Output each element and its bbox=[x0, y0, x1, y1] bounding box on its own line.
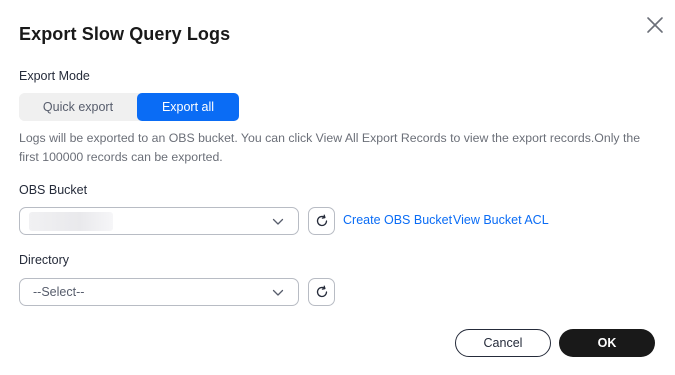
ok-button[interactable]: OK bbox=[559, 329, 655, 357]
directory-select[interactable]: --Select-- bbox=[19, 278, 299, 306]
export-slow-query-logs-dialog: Export Slow Query Logs Export Mode Quick… bbox=[0, 0, 675, 375]
directory-placeholder: --Select-- bbox=[33, 285, 85, 299]
obs-bucket-label: OBS Bucket bbox=[19, 183, 88, 197]
refresh-icon bbox=[316, 285, 327, 298]
directory-label: Directory bbox=[19, 253, 70, 267]
create-obs-bucket-link[interactable]: Create OBS Bucket bbox=[343, 213, 452, 227]
cancel-button[interactable]: Cancel bbox=[455, 329, 551, 357]
chevron-down-icon bbox=[272, 218, 284, 225]
export-mode-label: Export Mode bbox=[19, 69, 90, 83]
close-icon bbox=[647, 17, 663, 33]
directory-refresh-button[interactable] bbox=[308, 278, 335, 306]
dialog-title: Export Slow Query Logs bbox=[19, 24, 231, 44]
close-button[interactable] bbox=[644, 14, 666, 36]
export-info-text: Logs will be exported to an OBS bucket. … bbox=[19, 131, 641, 164]
refresh-icon bbox=[316, 214, 327, 227]
obs-bucket-select[interactable] bbox=[19, 207, 299, 235]
chevron-down-icon bbox=[272, 289, 284, 296]
export-all-option[interactable]: Export all bbox=[137, 93, 239, 121]
quick-export-option[interactable]: Quick export bbox=[19, 93, 137, 121]
export-mode-toggle: Quick export Export all bbox=[19, 93, 239, 121]
obs-bucket-value bbox=[29, 212, 113, 231]
view-bucket-acl-link[interactable]: View Bucket ACL bbox=[453, 213, 549, 227]
obs-bucket-refresh-button[interactable] bbox=[308, 207, 335, 235]
